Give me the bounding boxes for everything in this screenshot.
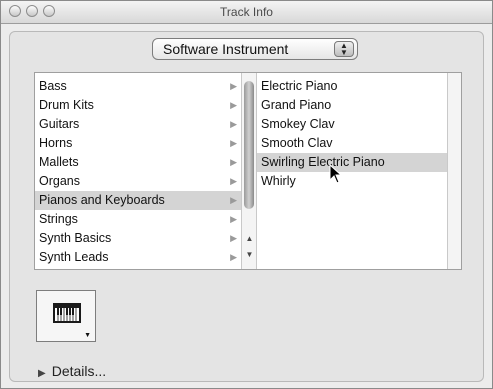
triangle-right-icon: ▶ (230, 81, 237, 91)
category-item-strings[interactable]: Strings ▶ (35, 210, 241, 229)
instrument-scrollbar[interactable] (447, 73, 461, 269)
details-disclosure[interactable]: ▶ Details... (38, 363, 106, 379)
disclosure-triangle-icon[interactable]: ▶ (38, 368, 46, 379)
instrument-label: Swirling Electric Piano (261, 155, 385, 169)
triangle-right-icon: ▶ (230, 100, 237, 110)
category-label: Pianos and Keyboards (39, 193, 165, 207)
instrument-label: Whirly (261, 174, 296, 188)
instrument-column: Electric Piano Grand Piano Smokey Clav S… (257, 73, 460, 269)
category-label: Synth Leads (39, 250, 109, 264)
category-column: Bass ▶ Drum Kits ▶ Guitars ▶ Horns ▶ Mal… (35, 73, 241, 269)
scrollbar-thumb[interactable] (244, 81, 254, 209)
instrument-item-grand-piano[interactable]: Grand Piano (257, 96, 460, 115)
category-item-synth-basics[interactable]: Synth Basics ▶ (35, 229, 241, 248)
category-item-synth-leads[interactable]: Synth Leads ▶ (35, 248, 241, 267)
instrument-item-smokey-clav[interactable]: Smokey Clav (257, 115, 460, 134)
instrument-browser: Bass ▶ Drum Kits ▶ Guitars ▶ Horns ▶ Mal… (34, 72, 462, 270)
triangle-right-icon: ▶ (230, 138, 237, 148)
triangle-right-icon: ▶ (230, 176, 237, 186)
category-scrollbar[interactable]: ▲ ▼ (241, 73, 257, 269)
category-label: Organs (39, 174, 80, 188)
category-label: Horns (39, 136, 73, 150)
popup-stepper-icon: ▲ ▼ (334, 41, 354, 57)
scroll-down-icon[interactable]: ▼ (244, 249, 255, 261)
category-item-guitars[interactable]: Guitars ▶ (35, 115, 241, 134)
mouse-pointer-icon (329, 164, 343, 184)
scroll-up-icon[interactable]: ▲ (244, 233, 255, 245)
category-item-bass[interactable]: Bass ▶ (35, 77, 241, 96)
triangle-right-icon: ▶ (230, 252, 237, 262)
keyboard-icon (53, 303, 81, 323)
category-item-organs[interactable]: Organs ▶ (35, 172, 241, 191)
category-item-mallets[interactable]: Mallets ▶ (35, 153, 241, 172)
instrument-label: Smooth Clav (261, 136, 333, 150)
triangle-right-icon: ▶ (230, 233, 237, 243)
instrument-label: Smokey Clav (261, 117, 335, 131)
category-label: Mallets (39, 155, 79, 169)
instrument-item-swirling-electric-piano[interactable]: Swirling Electric Piano (257, 153, 460, 172)
category-item-pianos-and-keyboards[interactable]: Pianos and Keyboards ▶ (35, 191, 241, 210)
instrument-label: Electric Piano (261, 79, 338, 93)
instrument-icon-button[interactable]: ▼ (36, 290, 96, 342)
triangle-right-icon: ▶ (230, 195, 237, 205)
instrument-item-smooth-clav[interactable]: Smooth Clav (257, 134, 460, 153)
category-label: Drum Kits (39, 98, 94, 112)
triangle-right-icon: ▶ (230, 157, 237, 167)
category-label: Guitars (39, 117, 80, 131)
category-label: Bass (39, 79, 67, 93)
category-item-drum-kits[interactable]: Drum Kits ▶ (35, 96, 241, 115)
instrument-item-electric-piano[interactable]: Electric Piano (257, 77, 460, 96)
category-item-horns[interactable]: Horns ▶ (35, 134, 241, 153)
details-label: Details... (51, 363, 107, 379)
instrument-type-label: Software Instrument (163, 41, 289, 57)
category-label: Strings (39, 212, 78, 226)
instrument-label: Grand Piano (261, 98, 332, 112)
triangle-right-icon: ▶ (230, 214, 237, 224)
category-label: Synth Basics (39, 231, 112, 245)
title-bar: Track Info (1, 1, 492, 24)
dropdown-caret-icon: ▼ (84, 332, 91, 339)
window-title: Track Info (220, 5, 273, 19)
triangle-right-icon: ▶ (230, 119, 237, 129)
instrument-item-whirly[interactable]: Whirly (257, 172, 460, 191)
instrument-type-popup[interactable]: Software Instrument ▲ ▼ (152, 38, 358, 60)
